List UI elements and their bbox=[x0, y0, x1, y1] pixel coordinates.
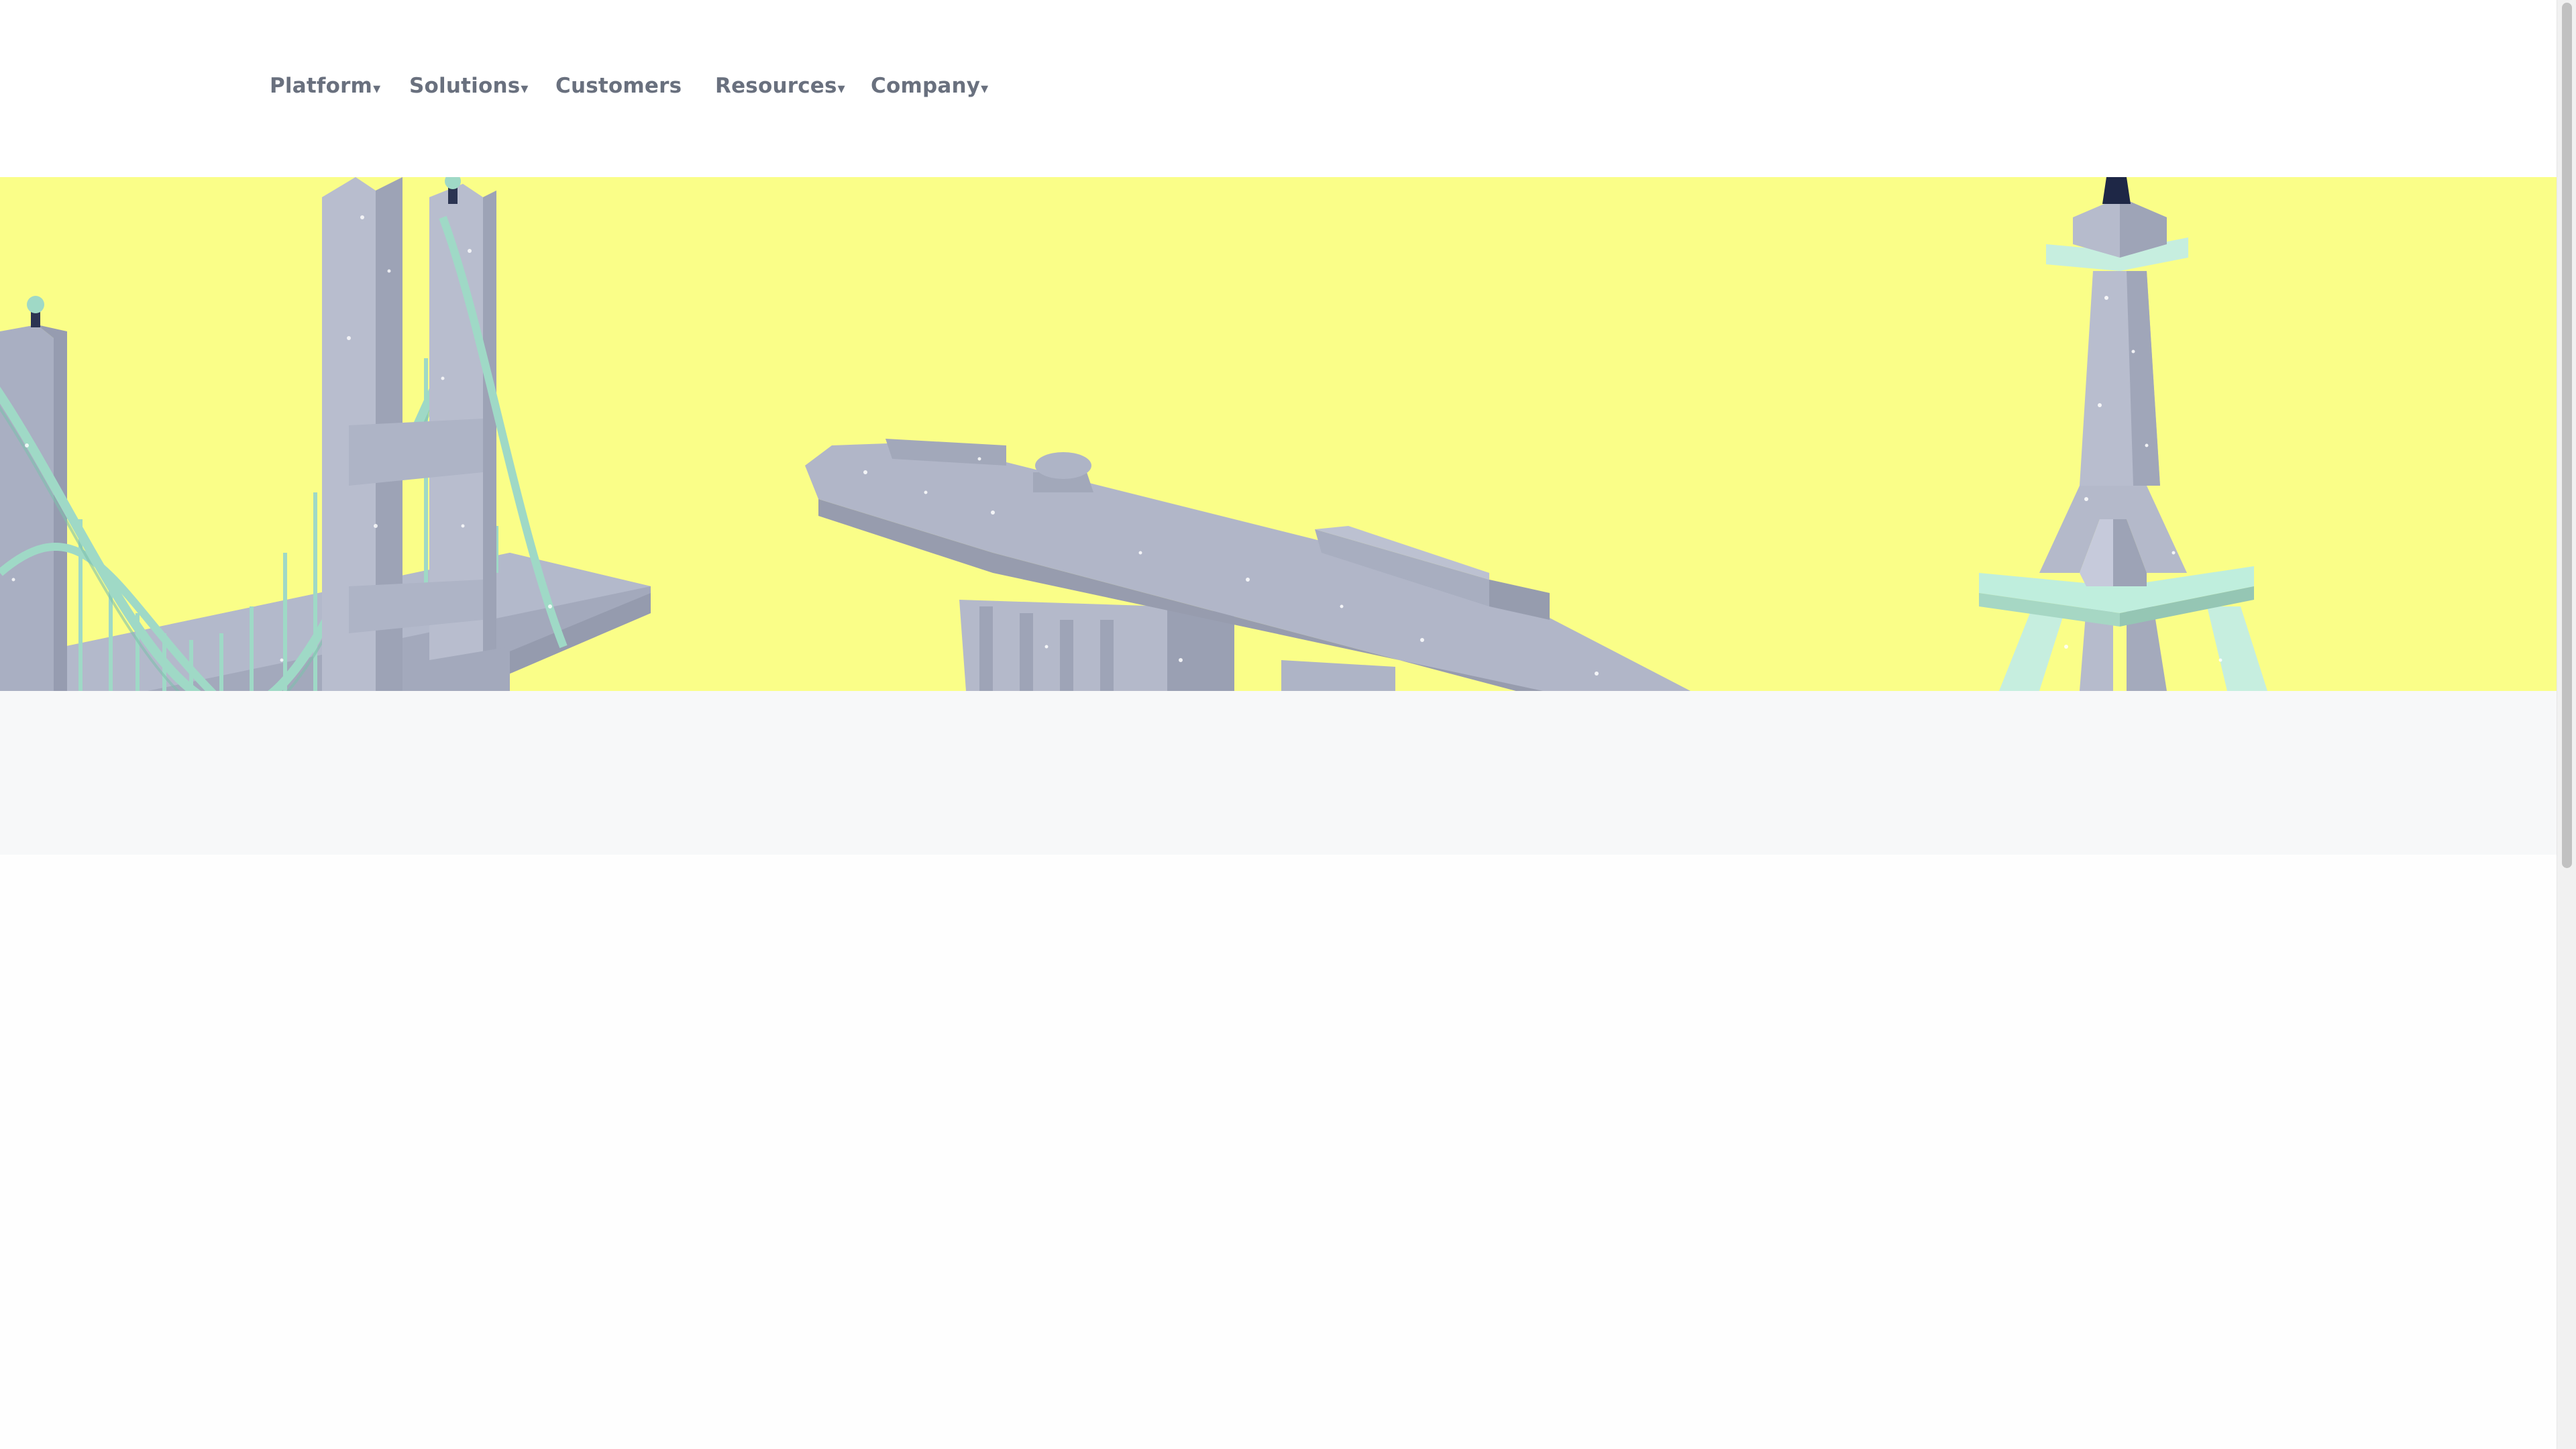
nav-resources-label: Resources bbox=[715, 74, 837, 98]
page: Platform ▾ Solutions ▾ Customers Resourc… bbox=[0, 0, 2576, 1449]
nav-solutions[interactable]: Solutions ▾ bbox=[409, 67, 529, 105]
scrollbar-thumb[interactable] bbox=[2562, 3, 2572, 868]
vertical-scrollbar[interactable] bbox=[2557, 0, 2576, 1449]
nav-platform-label: Platform bbox=[270, 74, 373, 98]
chevron-down-icon: ▾ bbox=[837, 80, 845, 97]
main-nav: Platform ▾ Solutions ▾ Customers Resourc… bbox=[0, 0, 2557, 177]
hero-illustration bbox=[0, 177, 2557, 691]
nav-company-label: Company bbox=[871, 74, 981, 98]
nav-solutions-label: Solutions bbox=[409, 74, 521, 98]
hero-landmarks bbox=[0, 177, 2267, 691]
nav-customers[interactable]: Customers bbox=[555, 67, 682, 105]
nav-company[interactable]: Company ▾ bbox=[871, 67, 988, 105]
eiffel-tower-icon bbox=[1979, 177, 2267, 691]
suspension-bridge-icon bbox=[0, 177, 651, 691]
chevron-down-icon: ▾ bbox=[981, 80, 989, 97]
marina-bay-sands-icon bbox=[805, 439, 1690, 691]
nav-customers-label: Customers bbox=[555, 74, 682, 98]
nav-platform[interactable]: Platform ▾ bbox=[270, 67, 380, 105]
nav-resources[interactable]: Resources ▾ bbox=[715, 67, 845, 105]
site-header: Platform ▾ Solutions ▾ Customers Resourc… bbox=[0, 0, 2557, 177]
chevron-down-icon: ▾ bbox=[521, 80, 529, 97]
chevron-down-icon: ▾ bbox=[373, 80, 381, 97]
content-band bbox=[0, 691, 2557, 855]
